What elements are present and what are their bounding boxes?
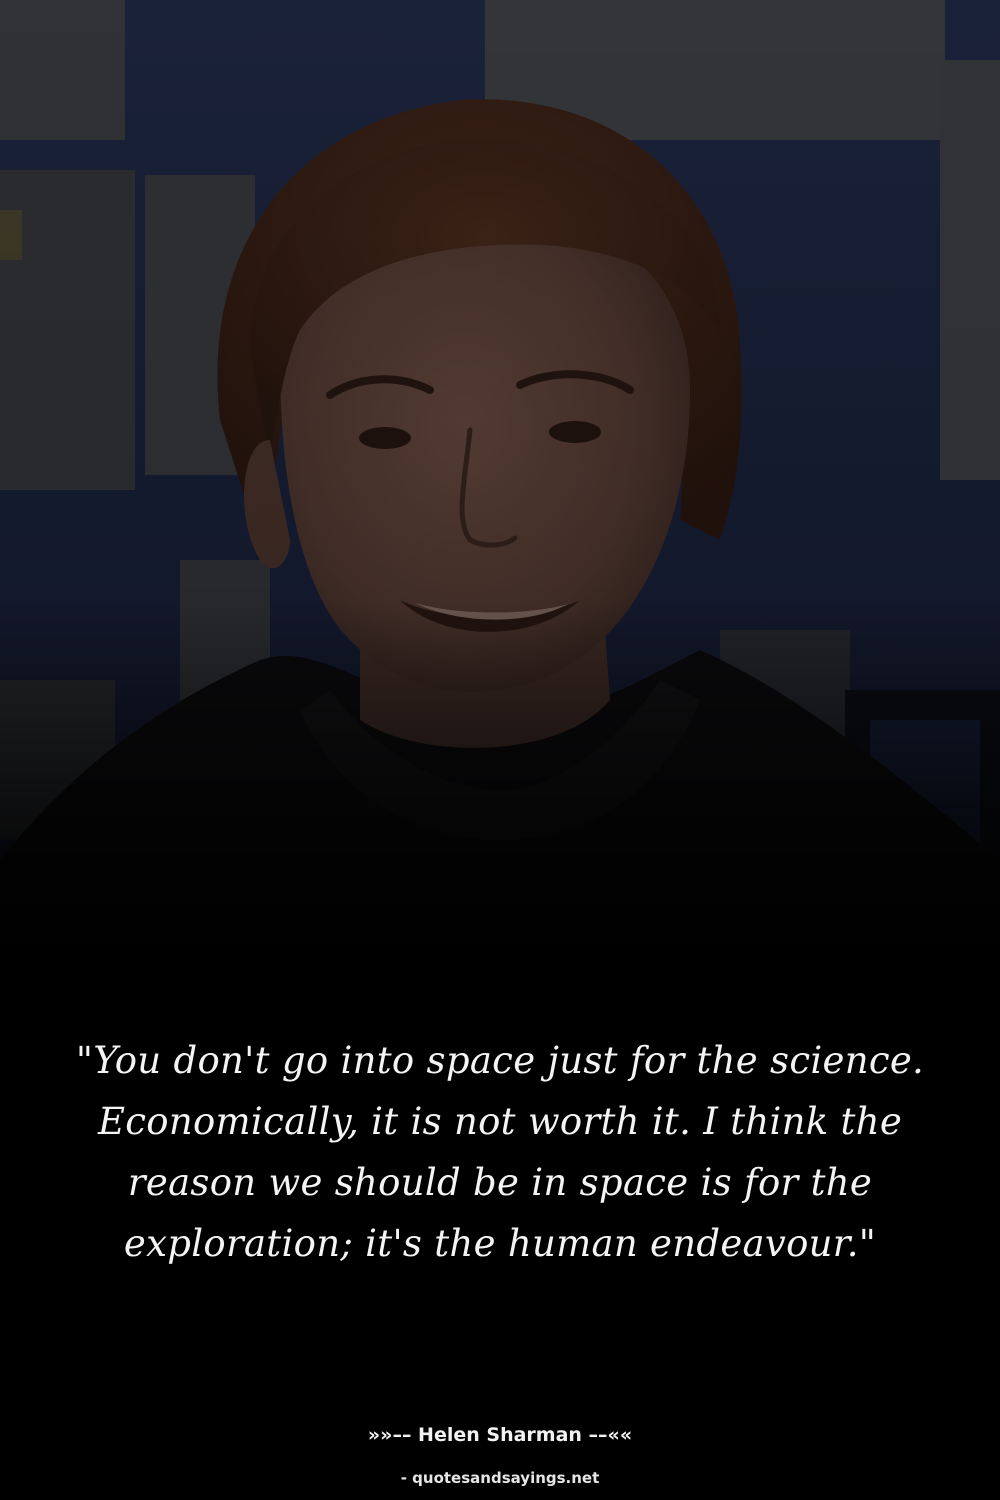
- quote-text: "You don't go into space just for the sc…: [75, 1039, 925, 1265]
- source-watermark: - quotesandsayings.net: [400, 1469, 600, 1487]
- background-portrait-photo: [0, 0, 1000, 1000]
- quote-poster: "You don't go into space just for the sc…: [0, 0, 1000, 1500]
- quote-author: »»–– Helen Sharman ––««: [367, 1424, 633, 1446]
